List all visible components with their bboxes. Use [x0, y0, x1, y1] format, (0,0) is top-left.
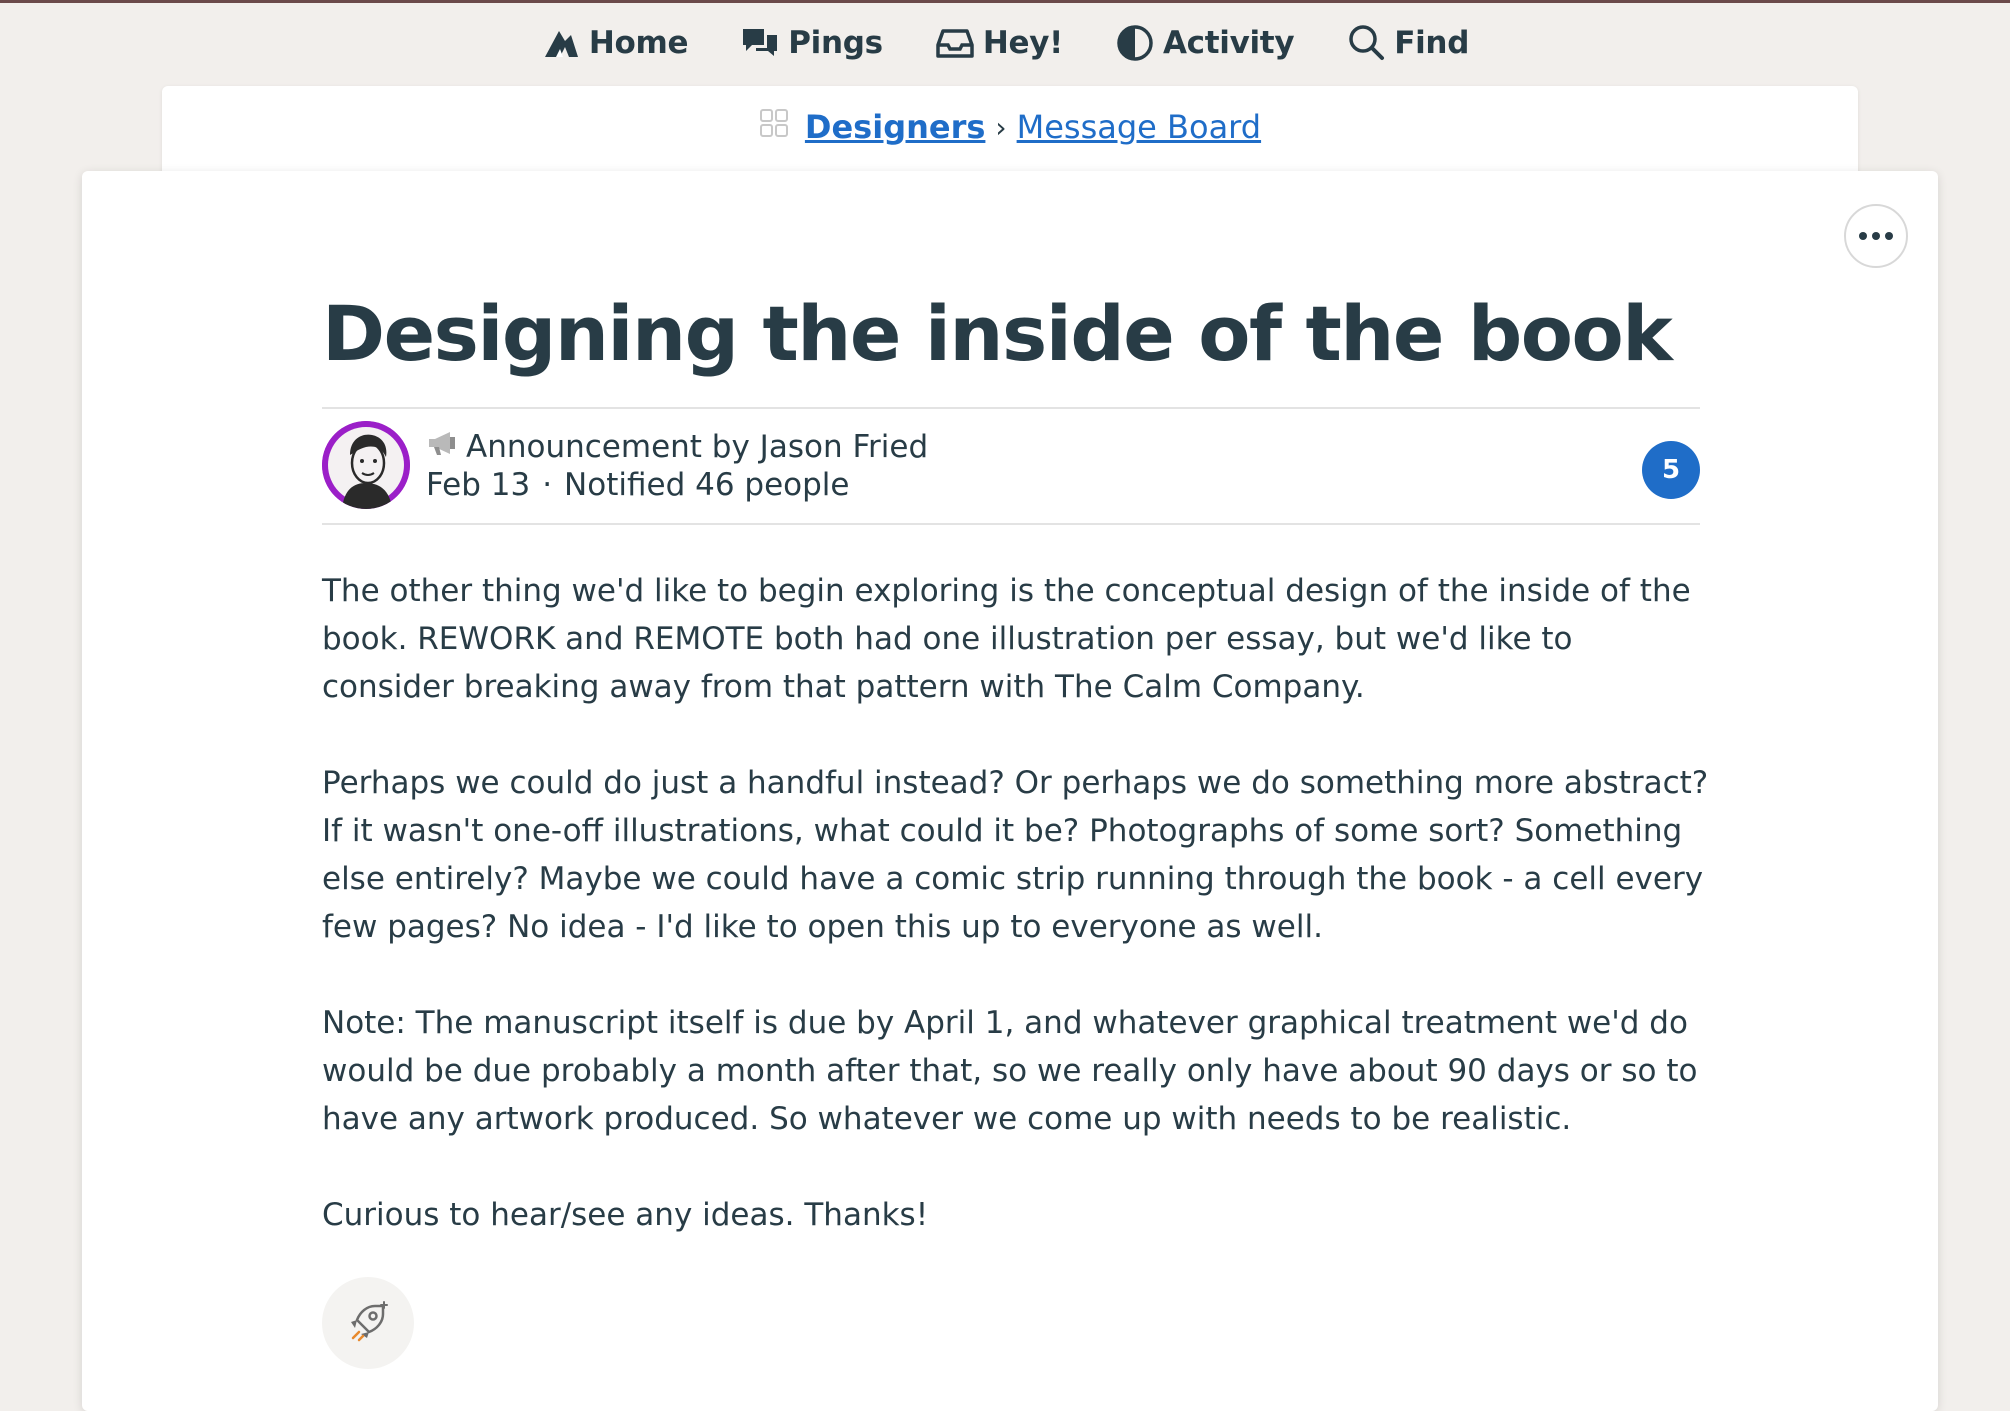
post-date: Feb 13 — [426, 467, 531, 503]
search-icon — [1346, 23, 1386, 63]
byline-row: Announcement by Jason Fried — [426, 429, 928, 465]
boost-button[interactable] — [322, 1277, 414, 1369]
nav-activity[interactable]: Activity — [1115, 23, 1295, 63]
message-card: Designing the inside of the book Announc… — [82, 171, 1938, 1411]
more-options-button[interactable] — [1844, 204, 1908, 268]
body-paragraph: Perhaps we could do just a handful inste… — [322, 765, 1709, 945]
megaphone-icon — [426, 429, 458, 465]
message-meta: Announcement by Jason Fried Feb 13 · Notif… — [322, 407, 1700, 525]
nav-hey-label: Hey! — [982, 25, 1063, 61]
ellipsis-icon — [1857, 232, 1896, 240]
nav-pings[interactable]: Pings — [740, 23, 883, 63]
comment-count-badge[interactable]: 5 — [1642, 441, 1700, 499]
nav-find[interactable]: Find — [1346, 23, 1469, 63]
nav-pings-label: Pings — [788, 25, 883, 61]
home-icon — [541, 23, 581, 63]
message-body: The other thing we'd like to begin explo… — [322, 567, 1712, 1287]
pings-icon — [740, 23, 780, 63]
top-nav: Home Pings Hey! Activity Find — [0, 18, 2010, 68]
breadcrumb: Designers › Message Board — [759, 108, 1261, 146]
breadcrumb-section-link[interactable]: Message Board — [1017, 108, 1261, 146]
rocket-boost-icon — [345, 1298, 391, 1348]
byline: Announcement by Jason Fried — [466, 429, 929, 465]
meta-details: Feb 13 · Notified 46 people — [426, 467, 849, 503]
nav-activity-label: Activity — [1162, 25, 1295, 61]
body-paragraph: Curious to hear/see any ideas. Thanks! — [322, 1197, 929, 1233]
nav-home[interactable]: Home — [541, 23, 689, 63]
project-grid-icon — [759, 108, 795, 146]
meta-separator: · — [542, 467, 553, 503]
inbox-icon — [935, 23, 975, 63]
notified-count[interactable]: Notified 46 people — [564, 467, 849, 503]
activity-icon — [1115, 23, 1155, 63]
breadcrumb-project-link[interactable]: Designers — [805, 108, 986, 146]
body-paragraph: The other thing we'd like to begin explo… — [322, 573, 1691, 705]
nav-hey[interactable]: Hey! — [935, 23, 1063, 63]
breadcrumb-separator: › — [995, 110, 1007, 144]
nav-find-label: Find — [1394, 25, 1470, 61]
nav-home-label: Home — [588, 25, 689, 61]
avatar[interactable] — [322, 421, 410, 509]
body-paragraph: Note: The manuscript itself is due by Ap… — [322, 1005, 1698, 1137]
message-title: Designing the inside of the book — [322, 289, 1673, 378]
window-top-edge — [0, 0, 2010, 3]
